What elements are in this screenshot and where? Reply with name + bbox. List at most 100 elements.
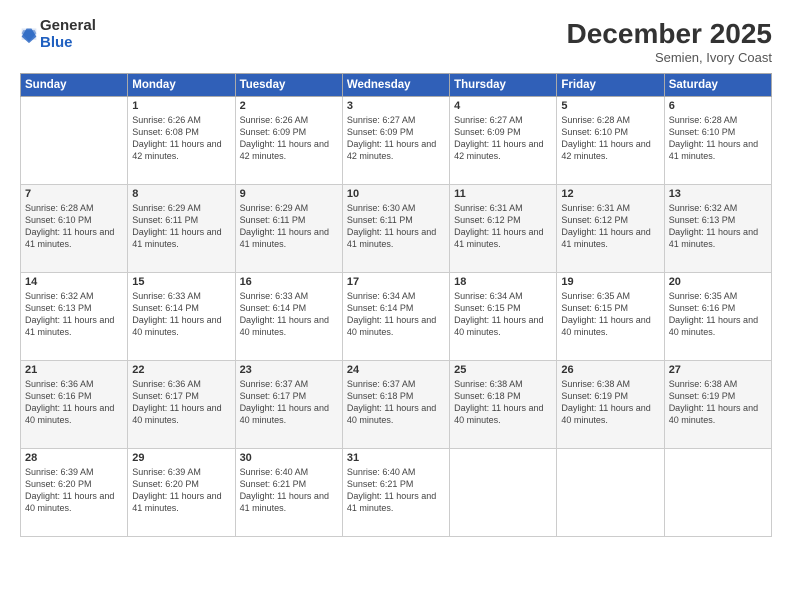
day-number: 20 bbox=[669, 276, 767, 288]
day-number: 16 bbox=[240, 276, 338, 288]
logo-general: General bbox=[40, 18, 96, 35]
weekday-header-row: SundayMondayTuesdayWednesdayThursdayFrid… bbox=[21, 74, 772, 97]
calendar-cell bbox=[664, 449, 771, 537]
calendar-week-row: 1 Sunrise: 6:26 AMSunset: 6:08 PMDaylight… bbox=[21, 97, 772, 185]
weekday-header: Friday bbox=[557, 74, 664, 97]
day-number: 4 bbox=[454, 100, 552, 112]
cell-info: Sunrise: 6:28 AMSunset: 6:10 PMDaylight:… bbox=[25, 202, 123, 251]
day-number: 11 bbox=[454, 188, 552, 200]
day-number: 28 bbox=[25, 452, 123, 464]
calendar-cell: 19 Sunrise: 6:35 AMSunset: 6:15 PMDayligh… bbox=[557, 273, 664, 361]
calendar-week-row: 7 Sunrise: 6:28 AMSunset: 6:10 PMDaylight… bbox=[21, 185, 772, 273]
cell-info: Sunrise: 6:32 AMSunset: 6:13 PMDaylight:… bbox=[669, 202, 767, 251]
day-number: 7 bbox=[25, 188, 123, 200]
day-number: 25 bbox=[454, 364, 552, 376]
cell-info: Sunrise: 6:26 AMSunset: 6:08 PMDaylight:… bbox=[132, 114, 230, 163]
cell-info: Sunrise: 6:34 AMSunset: 6:15 PMDaylight:… bbox=[454, 290, 552, 339]
calendar-cell: 13 Sunrise: 6:32 AMSunset: 6:13 PMDayligh… bbox=[664, 185, 771, 273]
day-number: 14 bbox=[25, 276, 123, 288]
day-number: 17 bbox=[347, 276, 445, 288]
cell-info: Sunrise: 6:40 AMSunset: 6:21 PMDaylight:… bbox=[240, 466, 338, 515]
calendar-cell: 21Sunrise: 6:36 AMSunset: 6:16 PMDayligh… bbox=[21, 361, 128, 449]
calendar-cell: 5Sunrise: 6:28 AMSunset: 6:10 PMDaylight… bbox=[557, 97, 664, 185]
day-number: 18 bbox=[454, 276, 552, 288]
calendar-page: General Blue December 2025 Semien, Ivory… bbox=[0, 0, 792, 612]
cell-info: Sunrise: 6:33 AMSunset: 6:14 PMDaylight:… bbox=[132, 290, 230, 339]
calendar-cell: 14 Sunrise: 6:32 AMSunset: 6:13 PMDayligh… bbox=[21, 273, 128, 361]
calendar-cell bbox=[21, 97, 128, 185]
cell-info: Sunrise: 6:28 AMSunset: 6:10 PMDaylight:… bbox=[669, 114, 767, 163]
cell-info: Sunrise: 6:29 AMSunset: 6:11 PMDaylight:… bbox=[240, 202, 338, 251]
calendar-cell: 26 Sunrise: 6:38 AMSunset: 6:19 PMDayligh… bbox=[557, 361, 664, 449]
calendar-cell: 20 Sunrise: 6:35 AMSunset: 6:16 PMDayligh… bbox=[664, 273, 771, 361]
calendar-cell: 27Sunrise: 6:38 AMSunset: 6:19 PMDayligh… bbox=[664, 361, 771, 449]
calendar-cell: 10Sunrise: 6:30 AMSunset: 6:11 PMDayligh… bbox=[342, 185, 449, 273]
calendar-cell: 2Sunrise: 6:26 AMSunset: 6:09 PMDaylight… bbox=[235, 97, 342, 185]
day-number: 15 bbox=[132, 276, 230, 288]
logo-blue: Blue bbox=[40, 35, 96, 52]
calendar-cell: 15 Sunrise: 6:33 AMSunset: 6:14 PMDayligh… bbox=[128, 273, 235, 361]
calendar-cell: 4Sunrise: 6:27 AMSunset: 6:09 PMDaylight… bbox=[450, 97, 557, 185]
calendar-cell: 7 Sunrise: 6:28 AMSunset: 6:10 PMDaylight… bbox=[21, 185, 128, 273]
cell-info: Sunrise: 6:30 AMSunset: 6:11 PMDaylight:… bbox=[347, 202, 445, 251]
day-number: 12 bbox=[561, 188, 659, 200]
calendar-cell: 3Sunrise: 6:27 AMSunset: 6:09 PMDaylight… bbox=[342, 97, 449, 185]
cell-info: Sunrise: 6:37 AMSunset: 6:18 PMDaylight:… bbox=[347, 378, 445, 427]
calendar-cell: 6Sunrise: 6:28 AMSunset: 6:10 PMDaylight… bbox=[664, 97, 771, 185]
cell-info: Sunrise: 6:34 AMSunset: 6:14 PMDaylight:… bbox=[347, 290, 445, 339]
weekday-header: Sunday bbox=[21, 74, 128, 97]
cell-info: Sunrise: 6:38 AMSunset: 6:18 PMDaylight:… bbox=[454, 378, 552, 427]
calendar-week-row: 28 Sunrise: 6:39 AMSunset: 6:20 PMDayligh… bbox=[21, 449, 772, 537]
day-number: 30 bbox=[240, 452, 338, 464]
day-number: 31 bbox=[347, 452, 445, 464]
day-number: 19 bbox=[561, 276, 659, 288]
cell-info: Sunrise: 6:35 AMSunset: 6:16 PMDaylight:… bbox=[669, 290, 767, 339]
weekday-header: Thursday bbox=[450, 74, 557, 97]
calendar-week-row: 21Sunrise: 6:36 AMSunset: 6:16 PMDayligh… bbox=[21, 361, 772, 449]
cell-info: Sunrise: 6:35 AMSunset: 6:15 PMDaylight:… bbox=[561, 290, 659, 339]
calendar-cell: 11 Sunrise: 6:31 AMSunset: 6:12 PMDayligh… bbox=[450, 185, 557, 273]
calendar-cell: 28 Sunrise: 6:39 AMSunset: 6:20 PMDayligh… bbox=[21, 449, 128, 537]
weekday-header: Saturday bbox=[664, 74, 771, 97]
day-number: 23 bbox=[240, 364, 338, 376]
calendar-cell: 24 Sunrise: 6:37 AMSunset: 6:18 PMDayligh… bbox=[342, 361, 449, 449]
day-number: 22 bbox=[132, 364, 230, 376]
weekday-header: Tuesday bbox=[235, 74, 342, 97]
calendar-cell: 8 Sunrise: 6:29 AMSunset: 6:11 PMDaylight… bbox=[128, 185, 235, 273]
day-number: 1 bbox=[132, 100, 230, 112]
calendar-cell bbox=[557, 449, 664, 537]
day-number: 24 bbox=[347, 364, 445, 376]
day-number: 26 bbox=[561, 364, 659, 376]
calendar-cell: 16 Sunrise: 6:33 AMSunset: 6:14 PMDayligh… bbox=[235, 273, 342, 361]
calendar-cell: 29Sunrise: 6:39 AMSunset: 6:20 PMDayligh… bbox=[128, 449, 235, 537]
calendar-cell: 9 Sunrise: 6:29 AMSunset: 6:11 PMDaylight… bbox=[235, 185, 342, 273]
cell-info: Sunrise: 6:33 AMSunset: 6:14 PMDaylight:… bbox=[240, 290, 338, 339]
calendar-cell: 18 Sunrise: 6:34 AMSunset: 6:15 PMDayligh… bbox=[450, 273, 557, 361]
day-number: 29 bbox=[132, 452, 230, 464]
cell-info: Sunrise: 6:38 AMSunset: 6:19 PMDaylight:… bbox=[561, 378, 659, 427]
calendar-week-row: 14 Sunrise: 6:32 AMSunset: 6:13 PMDayligh… bbox=[21, 273, 772, 361]
weekday-header: Wednesday bbox=[342, 74, 449, 97]
day-number: 27 bbox=[669, 364, 767, 376]
calendar-cell: 17 Sunrise: 6:34 AMSunset: 6:14 PMDayligh… bbox=[342, 273, 449, 361]
calendar-cell: 30 Sunrise: 6:40 AMSunset: 6:21 PMDayligh… bbox=[235, 449, 342, 537]
calendar-cell: 12 Sunrise: 6:31 AMSunset: 6:12 PMDayligh… bbox=[557, 185, 664, 273]
day-number: 3 bbox=[347, 100, 445, 112]
cell-info: Sunrise: 6:36 AMSunset: 6:16 PMDaylight:… bbox=[25, 378, 123, 427]
day-number: 8 bbox=[132, 188, 230, 200]
day-number: 13 bbox=[669, 188, 767, 200]
cell-info: Sunrise: 6:36 AMSunset: 6:17 PMDaylight:… bbox=[132, 378, 230, 427]
cell-info: Sunrise: 6:32 AMSunset: 6:13 PMDaylight:… bbox=[25, 290, 123, 339]
calendar-cell: 1 Sunrise: 6:26 AMSunset: 6:08 PMDaylight… bbox=[128, 97, 235, 185]
cell-info: Sunrise: 6:29 AMSunset: 6:11 PMDaylight:… bbox=[132, 202, 230, 251]
logo-icon bbox=[20, 25, 38, 45]
location: Semien, Ivory Coast bbox=[567, 50, 772, 65]
month-title: December 2025 bbox=[567, 18, 772, 50]
calendar-cell: 23Sunrise: 6:37 AMSunset: 6:17 PMDayligh… bbox=[235, 361, 342, 449]
day-number: 9 bbox=[240, 188, 338, 200]
cell-info: Sunrise: 6:39 AMSunset: 6:20 PMDaylight:… bbox=[25, 466, 123, 515]
calendar-cell: 31Sunrise: 6:40 AMSunset: 6:21 PMDayligh… bbox=[342, 449, 449, 537]
cell-info: Sunrise: 6:31 AMSunset: 6:12 PMDaylight:… bbox=[454, 202, 552, 251]
calendar-cell: 22 Sunrise: 6:36 AMSunset: 6:17 PMDayligh… bbox=[128, 361, 235, 449]
cell-info: Sunrise: 6:31 AMSunset: 6:12 PMDaylight:… bbox=[561, 202, 659, 251]
